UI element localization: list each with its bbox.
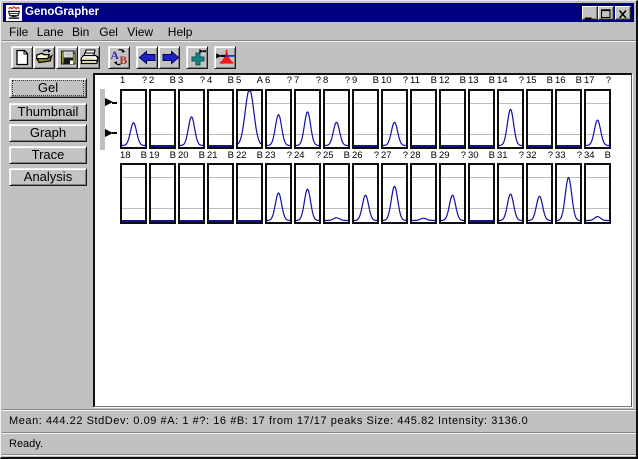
svg-text:A: A — [111, 50, 120, 62]
svg-text:B: B — [120, 55, 128, 67]
